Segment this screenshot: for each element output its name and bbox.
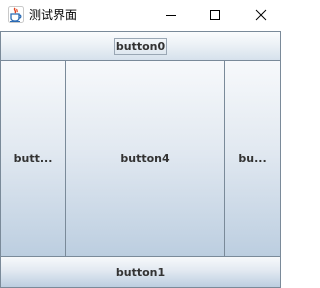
close-button[interactable]	[238, 0, 281, 30]
app-window: 测试界面 button0 butt... button4 bu... butto…	[0, 0, 281, 288]
maximize-icon	[210, 10, 220, 20]
title-bar[interactable]: 测试界面	[0, 0, 281, 30]
west-button-label: butt...	[13, 152, 53, 165]
button1-label: button1	[115, 266, 166, 279]
minimize-button[interactable]	[148, 0, 194, 30]
button0[interactable]: button0	[0, 31, 281, 61]
west-button[interactable]: butt...	[0, 60, 66, 257]
button4-label: button4	[120, 152, 170, 165]
minimize-icon	[166, 15, 176, 16]
east-button[interactable]: bu...	[224, 60, 281, 257]
window-title: 测试界面	[29, 8, 78, 22]
maximize-button[interactable]	[192, 0, 238, 30]
close-icon	[255, 9, 267, 21]
button4[interactable]: button4	[65, 60, 225, 257]
east-button-label: bu...	[238, 152, 267, 165]
java-cup-icon	[8, 6, 24, 23]
button1[interactable]: button1	[0, 256, 281, 288]
button0-label: button0	[113, 37, 168, 55]
